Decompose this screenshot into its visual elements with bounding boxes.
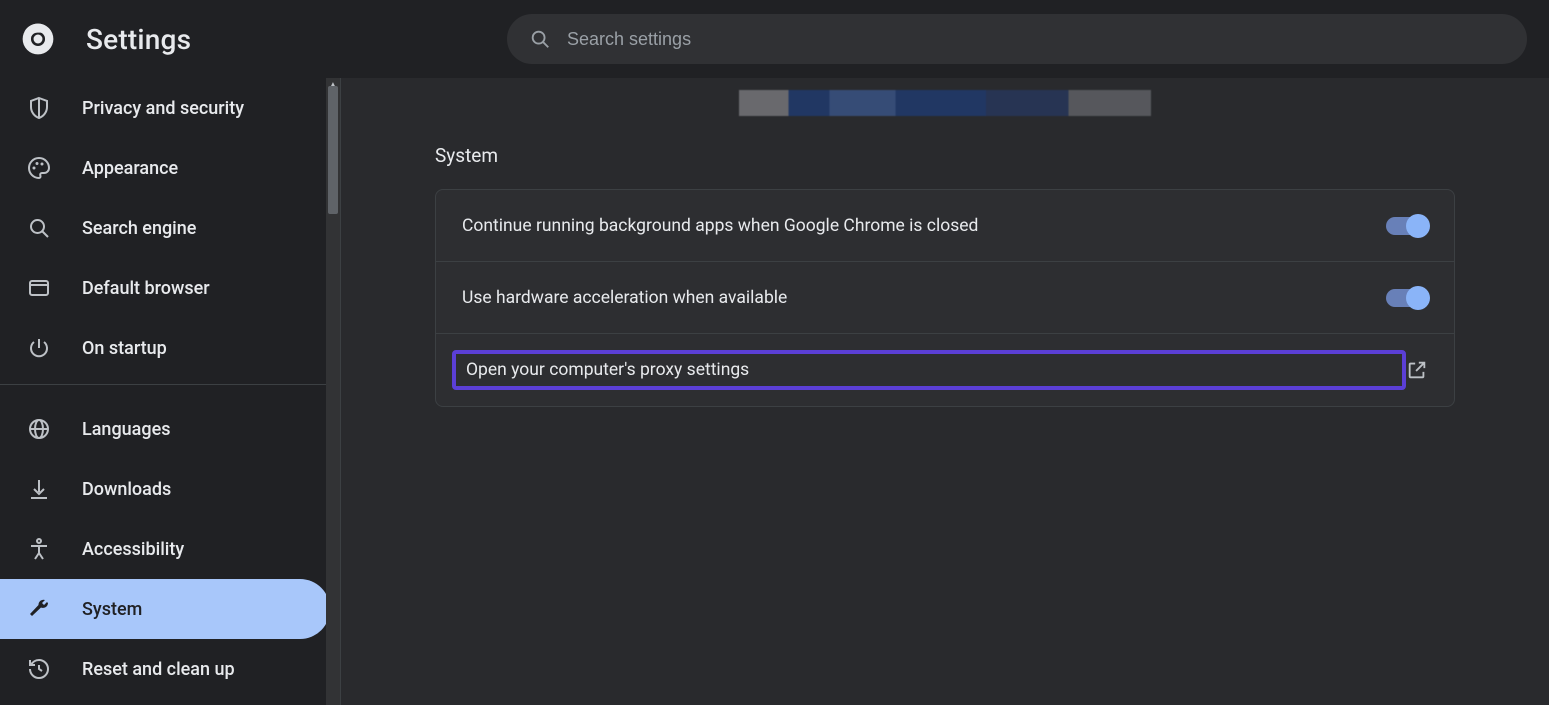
sidebar: Privacy and security Appearance Search e… bbox=[0, 78, 340, 705]
sidebar-item-label: Reset and clean up bbox=[82, 659, 235, 680]
download-icon bbox=[26, 476, 52, 502]
sidebar-item-label: Search engine bbox=[82, 218, 196, 239]
sidebar-item-privacy[interactable]: Privacy and security bbox=[0, 78, 340, 138]
search-input[interactable] bbox=[567, 29, 1505, 50]
sidebar-item-label: System bbox=[82, 599, 142, 620]
search-icon bbox=[529, 28, 551, 50]
sidebar-item-reset[interactable]: Reset and clean up bbox=[0, 639, 340, 699]
palette-icon bbox=[26, 155, 52, 181]
browser-icon bbox=[26, 275, 52, 301]
search-icon bbox=[26, 215, 52, 241]
sidebar-item-label: Languages bbox=[82, 419, 170, 440]
app-header: Settings bbox=[0, 0, 1549, 78]
section-title: System bbox=[435, 144, 1455, 167]
sidebar-item-accessibility[interactable]: Accessibility bbox=[0, 519, 340, 579]
sidebar-item-label: Default browser bbox=[82, 278, 210, 299]
row-background-apps[interactable]: Continue running background apps when Go… bbox=[436, 190, 1454, 262]
restore-icon bbox=[26, 656, 52, 682]
sidebar-separator bbox=[0, 384, 340, 385]
row-open-proxy-settings[interactable]: Open your computer's proxy settings bbox=[436, 334, 1454, 406]
sidebar-item-on-startup[interactable]: On startup bbox=[0, 318, 340, 378]
redacted-banner bbox=[739, 90, 1151, 116]
sidebar-item-label: Privacy and security bbox=[82, 98, 244, 119]
sidebar-item-label: Accessibility bbox=[82, 539, 184, 560]
sidebar-item-downloads[interactable]: Downloads bbox=[0, 459, 340, 519]
toggle-knob bbox=[1406, 286, 1430, 310]
toggle-knob bbox=[1406, 214, 1430, 238]
row-label: Open your computer's proxy settings bbox=[452, 350, 1406, 390]
sidebar-item-system[interactable]: System bbox=[0, 579, 330, 639]
sidebar-item-label: Appearance bbox=[82, 158, 178, 179]
chrome-logo-icon bbox=[22, 23, 54, 55]
power-icon bbox=[26, 335, 52, 361]
main-content: System Continue running background apps … bbox=[340, 78, 1549, 705]
row-label: Continue running background apps when Go… bbox=[462, 216, 1386, 236]
row-label: Use hardware acceleration when available bbox=[462, 288, 1386, 308]
page-title: Settings bbox=[86, 23, 191, 56]
sidebar-scrollbar[interactable]: ▲ bbox=[326, 78, 340, 705]
sidebar-item-languages[interactable]: Languages bbox=[0, 399, 340, 459]
sidebar-item-default-browser[interactable]: Default browser bbox=[0, 258, 340, 318]
wrench-icon bbox=[26, 596, 52, 622]
external-link-icon bbox=[1406, 359, 1428, 381]
system-settings-card: Continue running background apps when Go… bbox=[435, 189, 1455, 407]
sidebar-item-label: On startup bbox=[82, 338, 167, 359]
scrollbar-thumb[interactable] bbox=[328, 86, 338, 214]
search-field-container[interactable] bbox=[507, 14, 1527, 64]
sidebar-item-label: Downloads bbox=[82, 479, 171, 500]
shield-icon bbox=[26, 95, 52, 121]
sidebar-item-search-engine[interactable]: Search engine bbox=[0, 198, 340, 258]
sidebar-item-appearance[interactable]: Appearance bbox=[0, 138, 340, 198]
row-hardware-acceleration[interactable]: Use hardware acceleration when available bbox=[436, 262, 1454, 334]
globe-icon bbox=[26, 416, 52, 442]
accessibility-icon bbox=[26, 536, 52, 562]
toggle-background-apps[interactable] bbox=[1386, 217, 1428, 235]
toggle-hardware-acceleration[interactable] bbox=[1386, 289, 1428, 307]
